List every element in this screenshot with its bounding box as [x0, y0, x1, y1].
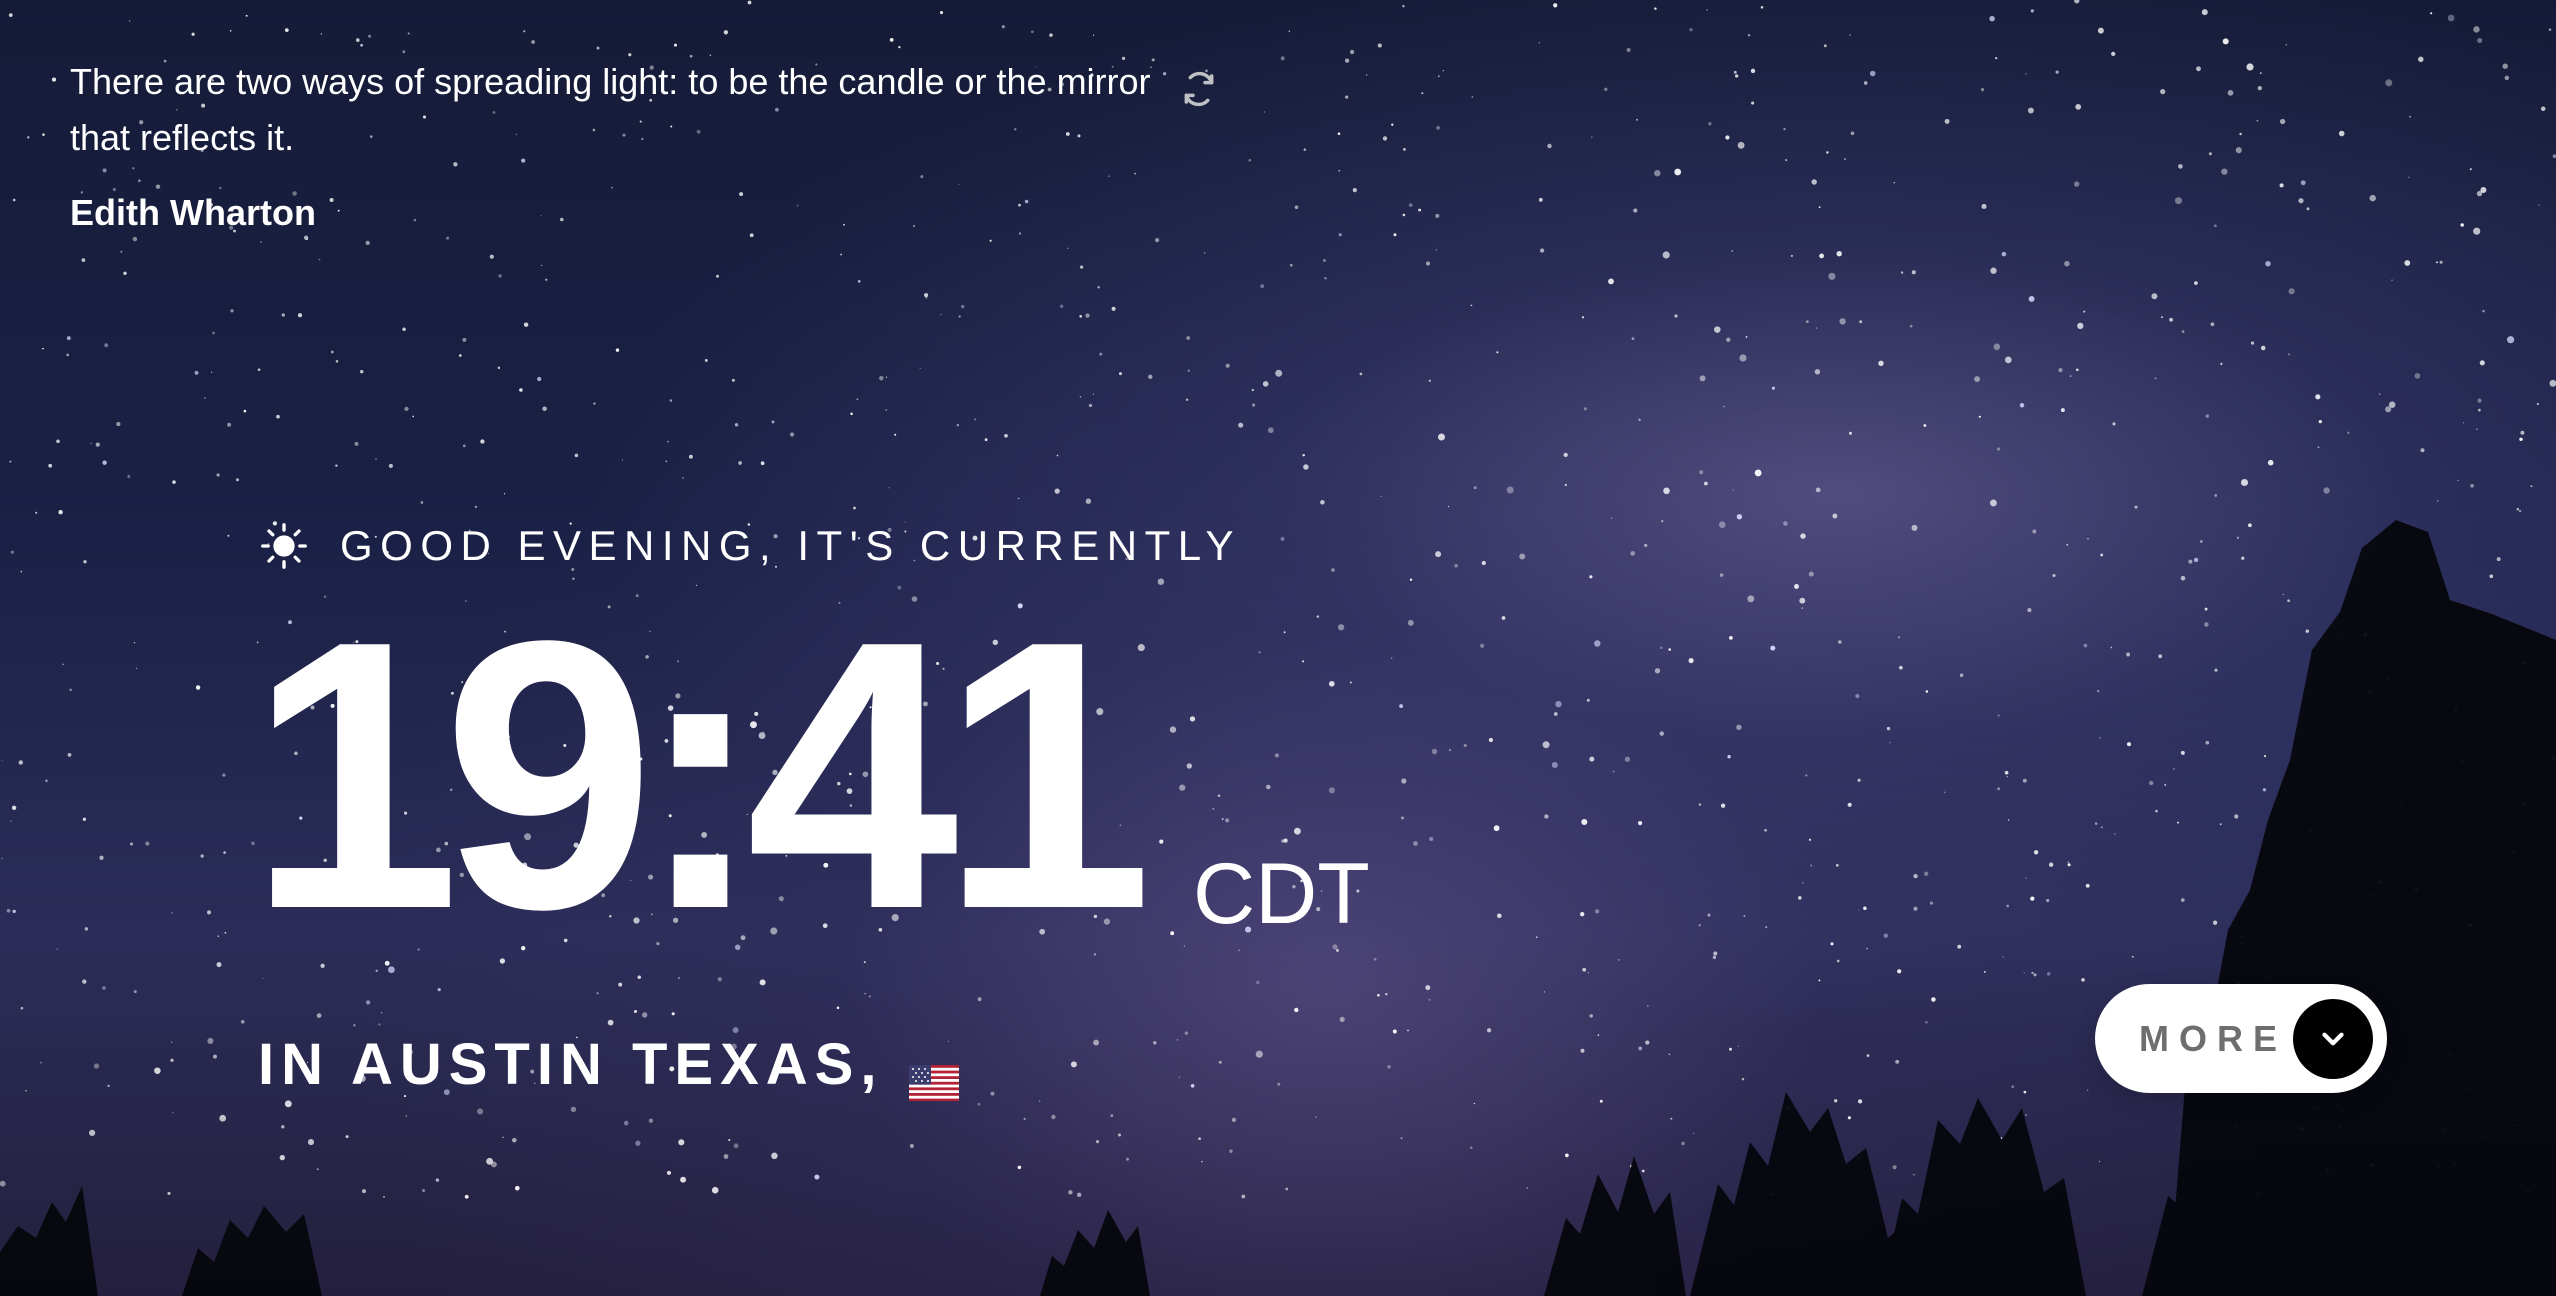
us-flag-icon	[909, 1047, 960, 1101]
quote-text: There are two ways of spreading light: t…	[70, 61, 1151, 158]
refresh-quote-button[interactable]	[1178, 68, 1220, 110]
more-button[interactable]: MORE	[2095, 984, 2387, 1093]
timezone-label: CDT	[1193, 846, 1370, 942]
quote-author: Edith Wharton	[70, 192, 316, 233]
chevron-down-icon	[2293, 998, 2373, 1079]
current-time: 19:41	[248, 561, 1153, 988]
time-display: 19:41 CDT	[248, 561, 1370, 988]
refresh-icon	[1184, 71, 1214, 107]
location-text: IN AUSTIN TEXAS,	[258, 1032, 884, 1097]
location-row: IN AUSTIN TEXAS,	[258, 1030, 960, 1101]
quote-section: There are two ways of spreading light: t…	[70, 54, 1240, 235]
clock-app-page: There are two ways of spreading light: t…	[0, 0, 2556, 1296]
more-button-label: MORE	[2139, 1017, 2287, 1059]
